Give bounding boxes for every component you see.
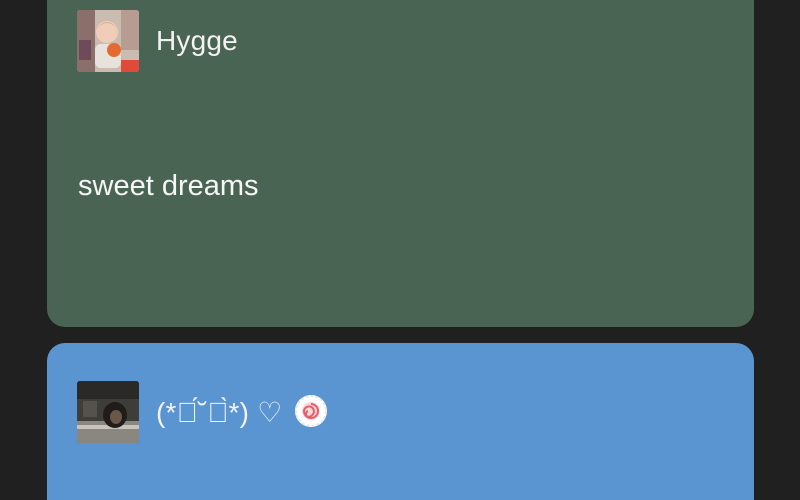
post-header: Hygge: [77, 10, 238, 72]
post-text: sweet dreams: [78, 170, 259, 202]
feed: Hygge sweet dreams (*ต́˘ต̀*) ♡: [0, 0, 800, 500]
avatar[interactable]: [77, 381, 139, 443]
post-card[interactable]: Hygge sweet dreams: [47, 0, 754, 327]
swirl-badge-icon: [294, 394, 328, 428]
post-author-text: (*ต́˘ต̀*) ♡: [156, 396, 283, 428]
post-author[interactable]: (*ต́˘ต̀*) ♡: [156, 394, 328, 429]
dark-photo-avatar-icon: [77, 381, 139, 443]
post-header: (*ต́˘ต̀*) ♡: [77, 381, 328, 443]
baby-photo-avatar-icon: [77, 10, 139, 72]
post-card[interactable]: (*ต́˘ต̀*) ♡: [47, 343, 754, 500]
avatar[interactable]: [77, 10, 139, 72]
post-author[interactable]: Hygge: [156, 25, 238, 57]
